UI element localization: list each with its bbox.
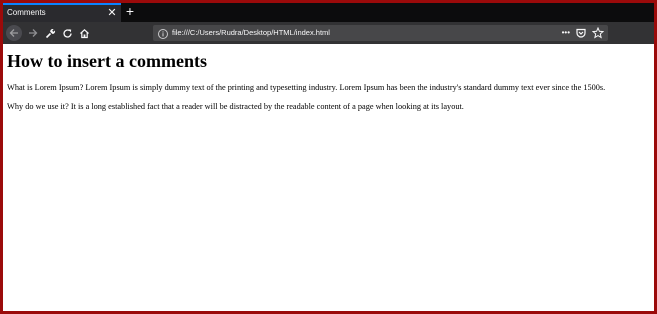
home-button[interactable]	[76, 25, 92, 41]
new-tab-button[interactable]: +	[124, 4, 136, 20]
navigation-toolbar: file:///C:/Users/Rudra/Desktop/HTML/inde…	[3, 22, 654, 44]
page-actions: •••	[562, 26, 604, 40]
tab-bar: Comments ✕ +	[3, 3, 654, 22]
url-text[interactable]: file:///C:/Users/Rudra/Desktop/HTML/inde…	[172, 28, 330, 37]
wrench-icon	[45, 28, 55, 38]
screenshot-frame: Comments ✕ + file:///C:/Users/Rudra/Desk…	[0, 0, 657, 314]
info-icon[interactable]	[157, 27, 169, 39]
customize-button[interactable]	[42, 25, 58, 41]
forward-button[interactable]	[25, 25, 41, 41]
back-button[interactable]	[6, 25, 22, 41]
bookmark-star-icon[interactable]	[592, 27, 604, 39]
pocket-icon[interactable]	[575, 27, 587, 39]
tab-comments[interactable]: Comments ✕	[3, 3, 121, 22]
page-actions-icon[interactable]: •••	[562, 26, 570, 40]
paragraph-lorem-ipsum: What is Lorem Ipsum? Lorem Ipsum is simp…	[7, 83, 606, 92]
home-icon	[79, 28, 89, 38]
forward-arrow-icon	[29, 29, 38, 37]
page-content: How to insert a comments What is Lorem I…	[3, 44, 654, 311]
paragraph-why-use: Why do we use it? It is a long establish…	[7, 102, 464, 111]
address-bar[interactable]: file:///C:/Users/Rudra/Desktop/HTML/inde…	[153, 25, 608, 41]
page-heading: How to insert a comments	[7, 51, 207, 71]
back-arrow-icon	[9, 29, 18, 37]
close-tab-icon[interactable]: ✕	[107, 6, 117, 20]
tab-title: Comments	[7, 8, 46, 17]
reload-icon	[62, 28, 72, 38]
reload-button[interactable]	[59, 25, 75, 41]
